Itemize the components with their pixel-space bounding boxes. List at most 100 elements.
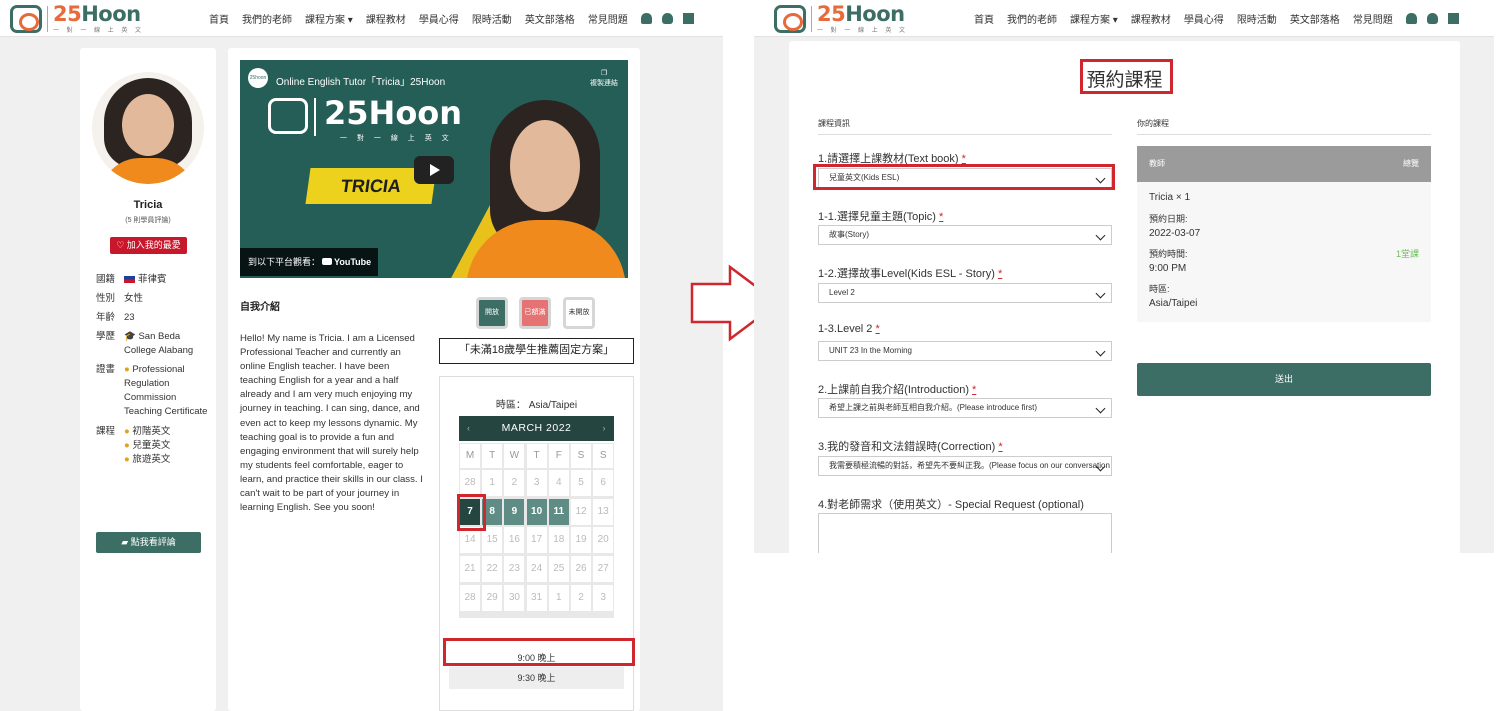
view-reviews-button[interactable]: ▰ 點我看評論	[96, 532, 201, 553]
calendar-day: 16	[504, 527, 525, 554]
calendar-month: MARCH 2022	[501, 422, 572, 434]
legend-open: 開放	[476, 297, 508, 329]
chevron-down-icon	[1095, 230, 1106, 241]
calendar-day: 3	[593, 584, 614, 611]
prev-month-icon[interactable]: ‹	[467, 416, 471, 441]
copy-icon: ❐	[600, 70, 608, 77]
youtube-icon	[322, 258, 333, 265]
watch-on-youtube-bar[interactable]: 到以下平台觀看： YouTube	[240, 248, 378, 276]
booking-timezone: Asia/Taipei	[1149, 298, 1198, 309]
video-logo-icon	[268, 98, 308, 134]
calendar-day: 17	[526, 527, 547, 554]
nav-item-teachers[interactable]: 我們的老師	[1007, 11, 1057, 26]
site-logo[interactable]: 25Hoon 一 對 一 線 上 英 文	[10, 3, 144, 34]
nav-item-blog[interactable]: 英文部落格	[525, 11, 575, 26]
calendar-day: 31	[526, 584, 547, 611]
main-menu: 首頁 我們的老師 課程方案 ▾ 課程教材 學員心得 限時活動 英文部落格 常見問…	[974, 11, 1469, 26]
special-request-textarea[interactable]	[818, 513, 1112, 553]
calendar-day[interactable]: 10	[526, 498, 547, 525]
nav-item-home[interactable]: 首頁	[974, 11, 994, 26]
nav-item-teachers[interactable]: 我們的老師	[242, 11, 292, 26]
calendar-day: 1	[482, 470, 503, 496]
logout-icon[interactable]	[682, 13, 694, 24]
nav-item-reviews[interactable]: 學員心得	[1184, 11, 1224, 26]
nav-item-plans[interactable]: 課程方案 ▾	[305, 11, 353, 26]
legend-closed: 未開放	[563, 297, 595, 329]
calendar-day: 26	[571, 556, 591, 583]
top-navbar: 25Hoon 一 對 一 線 上 英 文 首頁 我們的老師 課程方案 ▾ 課程教…	[0, 0, 723, 37]
nav-item-plans[interactable]: 課程方案 ▾	[1070, 11, 1118, 26]
play-icon	[430, 164, 440, 176]
next-month-icon[interactable]: ›	[603, 416, 607, 441]
calendar-day: 20	[593, 527, 614, 554]
graduation-cap-icon: 🎓	[124, 331, 139, 342]
nav-item-blog[interactable]: 英文部落格	[1290, 11, 1340, 26]
nav-item-promotions[interactable]: 限時活動	[472, 11, 512, 26]
nav-item-promotions[interactable]: 限時活動	[1237, 11, 1277, 26]
calendar-weekday: S	[571, 444, 591, 468]
story-level-select[interactable]: Level 2	[818, 283, 1112, 303]
highlight-selected-date	[457, 494, 486, 531]
logout-icon[interactable]	[1447, 13, 1459, 24]
teacher-profile-screen: 25Hoon 一 對 一 線 上 英 文 首頁 我們的老師 課程方案 ▾ 課程教…	[0, 0, 723, 711]
calendar-day: 28	[460, 584, 480, 611]
time-slot[interactable]: 9:30 晚上	[449, 667, 624, 689]
introduction-select[interactable]: 希望上課之前與老師互相自我介紹。(Please introduce first)	[818, 398, 1112, 418]
unit-select[interactable]: UNIT 23 In the Morning	[818, 341, 1112, 361]
booking-screen: 25Hoon 一 對 一 線 上 英 文 首頁 我們的老師 課程方案 ▾ 課程教…	[754, 0, 1494, 553]
booking-form: 1.請選擇上課教材(Text book) * 兒童英文(Kids ESL) 1-…	[818, 41, 1112, 553]
bell-icon[interactable]	[640, 13, 652, 24]
highlight-selected-time	[443, 638, 635, 666]
teacher-info-list: 國籍 菲律賓 性別 女性 年齡 23 學歷 🎓 San Beda College Ala…	[96, 274, 208, 465]
calendar-weekday: S	[593, 444, 614, 468]
calendar-day: 30	[504, 584, 525, 611]
calendar-day: 1	[548, 584, 569, 611]
calendar-day[interactable]: 11	[548, 498, 569, 525]
calendar-weekday: F	[548, 444, 569, 468]
bell-icon[interactable]	[1405, 13, 1417, 24]
submit-button[interactable]: 送出	[1137, 363, 1431, 396]
review-count[interactable]: (5 則學員評論)	[80, 215, 216, 225]
teacher-avatar	[92, 72, 204, 184]
nav-item-faq[interactable]: 常見問題	[1353, 11, 1393, 26]
profile-card: Tricia (5 則學員評論) ♡ 加入我的最愛 國籍 菲律賓 性別 女性 年齡 2…	[80, 48, 216, 711]
intro-video-player[interactable]: 25hoon Online English Tutor「Tricia」25Hoo…	[240, 60, 628, 278]
site-logo[interactable]: 25Hoon 一 對 一 線 上 英 文	[774, 3, 908, 34]
calendar-header: ‹ MARCH 2022 ›	[459, 416, 614, 441]
nav-item-materials[interactable]: 課程教材	[366, 11, 406, 26]
logo-mark-icon	[774, 4, 806, 33]
video-teacher-face	[510, 120, 580, 212]
teacher-content-card: 25hoon Online English Tutor「Tricia」25Hoo…	[228, 48, 640, 711]
calendar-weekday: W	[504, 444, 525, 468]
calendar-day: 15	[482, 527, 503, 554]
play-button[interactable]	[414, 156, 454, 184]
user-icon[interactable]	[661, 13, 673, 24]
course-summary: Tricia × 1 預約日期: 2022-03-07 預約時間: 1堂課 9:…	[1137, 182, 1431, 322]
calendar-day: 12	[571, 498, 591, 525]
calendar-day: 6	[593, 470, 614, 496]
intro-text: Hello! My name is Tricia. I am a License…	[240, 333, 423, 514]
correction-select[interactable]: 我需要積極流暢的對話，希望先不要糾正我。(Please focus on our…	[818, 456, 1112, 476]
calendar-weekday: T	[526, 444, 547, 468]
favorite-button[interactable]: ♡ 加入我的最愛	[110, 237, 187, 254]
calendar-day: 24	[526, 556, 547, 583]
calendar-day[interactable]: 9	[504, 498, 525, 525]
chevron-down-icon	[1095, 346, 1106, 357]
section-your-course: 你的課程	[1137, 119, 1169, 128]
nav-item-faq[interactable]: 常見問題	[588, 11, 628, 26]
nav-item-home[interactable]: 首頁	[209, 11, 229, 26]
calendar-weekday: M	[460, 444, 480, 468]
topic-select[interactable]: 故事(Story)	[818, 225, 1112, 245]
chat-icon: ▰	[121, 537, 131, 547]
calendar-day: 2	[504, 470, 525, 496]
fixed-plan-button[interactable]: 「未滿18歲學生推薦固定方案」	[439, 338, 634, 364]
nav-item-reviews[interactable]: 學員心得	[419, 11, 459, 26]
top-navbar: 25Hoon 一 對 一 線 上 英 文 首頁 我們的老師 課程方案 ▾ 課程教…	[754, 0, 1494, 37]
copy-link-button[interactable]: ❐ 複製連結	[590, 69, 618, 89]
course-table-header: 教師 總覽	[1137, 146, 1431, 182]
channel-avatar: 25hoon	[248, 68, 268, 88]
nav-item-materials[interactable]: 課程教材	[1131, 11, 1171, 26]
lesson-count: 1堂課	[1395, 249, 1419, 259]
user-icon[interactable]	[1426, 13, 1438, 24]
calendar-day: 5	[571, 470, 591, 496]
